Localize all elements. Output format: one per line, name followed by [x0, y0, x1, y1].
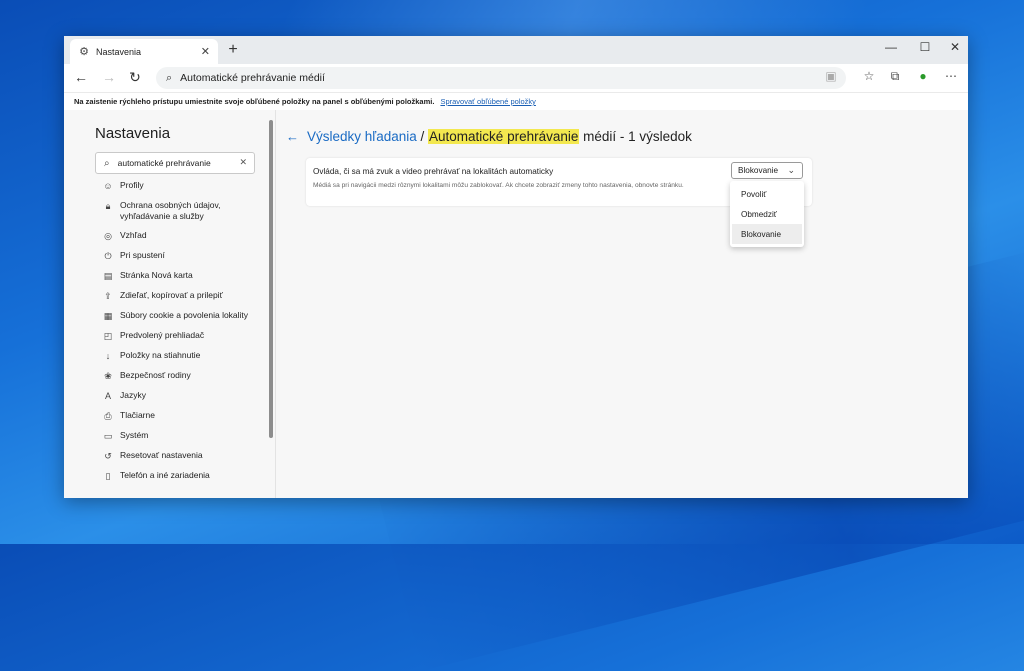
- favorites-bar-prompt: Na zaistenie rýchleho prístupu umiestnit…: [74, 97, 435, 106]
- setting-description: Médiá sa pri navigácii medzi rôznymi lok…: [313, 182, 684, 189]
- lock-icon: 🔒︎: [105, 200, 111, 211]
- power-icon: ⏻: [104, 250, 112, 261]
- tab-settings[interactable]: ⚙ Nastavenia ✕: [70, 39, 218, 64]
- browser-window: ⚙ Nastavenia ✕ + — ☐ ✕ ← → ↻ ⌕ Automatic…: [64, 36, 968, 498]
- sidebar-item-label: Systém: [120, 430, 149, 440]
- sidebar-item-label: Tlačiarne: [120, 410, 155, 420]
- maximize-button[interactable]: ☐: [910, 40, 940, 54]
- download-icon: ↓: [105, 350, 111, 361]
- back-arrow-icon[interactable]: ←: [286, 129, 299, 144]
- sidebar-item-languages[interactable]: A Jazyky: [102, 390, 272, 402]
- profile-icon: ☺: [103, 180, 113, 191]
- collections-icon[interactable]: ⧉: [886, 69, 904, 84]
- setting-title: Ovláda, či sa má zvuk a video prehrávať …: [313, 167, 554, 176]
- sidebar-item-share[interactable]: ⇪ Zdieľať, kopírovať a prilepiť: [102, 290, 272, 302]
- tab-title: Nastavenia: [96, 46, 142, 57]
- newtab-icon: ▤: [103, 270, 113, 281]
- sidebar-item-family[interactable]: ❀ Bezpečnosť rodiny: [102, 370, 272, 382]
- family-icon: ❀: [104, 370, 112, 381]
- sidebar-item-phone[interactable]: ▯ Telefón a iné zariadenia: [102, 470, 272, 482]
- address-text: Automatické prehrávanie médií: [180, 72, 325, 84]
- favorites-bar: Na zaistenie rýchleho prístupu umiestnit…: [64, 93, 968, 111]
- chevron-down-icon: ⌄: [787, 165, 795, 175]
- heading-highlight: Automatické prehrávanie: [428, 129, 580, 144]
- settings-search-input[interactable]: ⌕ automatické prehrávanie ✕: [95, 152, 255, 174]
- refresh-button[interactable]: ↻: [126, 69, 144, 86]
- page-title: ← Výsledky hľadania / Automatické prehrá…: [286, 129, 692, 144]
- forward-button[interactable]: →: [100, 69, 118, 85]
- sidebar-item-label: Jazyky: [120, 390, 146, 400]
- sidebar-item-appearance[interactable]: ◎ Vzhľad: [102, 230, 272, 242]
- settings-sidebar: Nastavenia ⌕ automatické prehrávanie ✕ ☺…: [64, 110, 274, 498]
- sidebar-item-label: Profily: [120, 180, 144, 190]
- autoplay-select[interactable]: Blokovanie ⌄: [731, 162, 803, 179]
- option-allow[interactable]: Povoliť: [732, 184, 802, 204]
- sidebar-item-default-browser[interactable]: ◰ Predvolený prehliadač: [102, 330, 272, 342]
- system-icon: ▭: [103, 430, 113, 441]
- cookie-icon: ▦: [103, 310, 113, 321]
- sidebar-item-label: Položky na stiahnutie: [120, 350, 201, 360]
- more-menu-icon[interactable]: ⋯: [942, 69, 960, 83]
- select-value: Blokovanie: [738, 166, 779, 175]
- sidebar-item-label: Súbory cookie a povolenia lokality: [120, 310, 249, 320]
- close-tab-icon[interactable]: ✕: [201, 45, 210, 58]
- minimize-button[interactable]: —: [876, 40, 906, 54]
- settings-page: Nastavenia ⌕ automatické prehrávanie ✕ ☺…: [64, 110, 968, 498]
- manage-favorites-link[interactable]: Spravovať obľúbené položky: [440, 97, 535, 106]
- sidebar-item-system[interactable]: ▭ Systém: [102, 430, 272, 442]
- gear-icon: ⚙: [79, 46, 89, 58]
- sidebar-title: Nastavenia: [95, 125, 171, 142]
- sidebar-item-label: Vzhľad: [120, 230, 147, 240]
- search-results-link[interactable]: Výsledky hľadania: [307, 129, 417, 144]
- sidebar-item-label: Telefón a iné zariadenia: [120, 470, 210, 480]
- option-limit[interactable]: Obmedziť: [732, 204, 802, 224]
- sidebar-item-label: Ochrana osobných údajov, vyhľadávanie a …: [120, 200, 221, 221]
- sidebar-item-downloads[interactable]: ↓ Položky na stiahnutie: [102, 350, 272, 362]
- heading-separator: /: [416, 129, 429, 144]
- sidebar-item-label: Stránka Nová karta: [120, 270, 193, 280]
- search-value: automatické prehrávanie: [117, 158, 211, 168]
- sidebar-item-cookies[interactable]: ▦ Súbory cookie a povolenia lokality: [102, 310, 272, 322]
- new-tab-button[interactable]: +: [224, 41, 242, 59]
- phone-icon: ▯: [105, 470, 111, 481]
- sidebar-item-profiles[interactable]: ☺ Profily: [102, 180, 272, 192]
- sidebar-item-label: Predvolený prehliadač: [120, 330, 205, 340]
- sidebar-item-label: Pri spustení: [120, 250, 165, 260]
- sidebar-item-label: Bezpečnosť rodiny: [120, 370, 191, 380]
- palette-icon: ◎: [104, 230, 112, 241]
- sidebar-item-label: Zdieľať, kopírovať a prilepiť: [120, 290, 223, 300]
- back-button[interactable]: ←: [72, 69, 90, 85]
- reset-icon: ↺: [104, 450, 112, 461]
- sidebar-scrollbar[interactable]: [269, 120, 273, 438]
- toolbar: ← → ↻ ⌕ Automatické prehrávanie médií ▣ …: [64, 64, 968, 93]
- sidebar-item-startup[interactable]: ⏻ Pri spustení: [102, 250, 272, 262]
- title-bar: ⚙ Nastavenia ✕ + — ☐ ✕: [64, 36, 968, 64]
- address-bar[interactable]: ⌕ Automatické prehrávanie médií: [156, 67, 846, 89]
- sidebar-item-reset[interactable]: ↺ Resetovať nastavenia: [102, 450, 272, 462]
- share-icon: ⇪: [104, 290, 112, 301]
- search-results-pane: ← Výsledky hľadania / Automatické prehrá…: [276, 110, 968, 498]
- sidebar-nav: ☺ Profily 🔒︎ Ochrana osobných údajov, vyhľ…: [102, 180, 272, 490]
- language-icon: A: [104, 390, 111, 401]
- search-icon: ⌕: [166, 71, 173, 84]
- clear-search-icon[interactable]: ✕: [239, 157, 247, 168]
- favorites-icon[interactable]: ☆: [860, 69, 878, 83]
- option-block[interactable]: Blokovanie: [732, 224, 802, 244]
- search-icon: ⌕: [104, 157, 110, 169]
- reading-view-icon[interactable]: ▣: [822, 69, 840, 83]
- browser-icon: ◰: [103, 330, 113, 341]
- sidebar-item-printers[interactable]: ⎙ Tlačiarne: [102, 410, 272, 422]
- autoplay-dropdown-menu: Povoliť Obmedziť Blokovanie: [730, 181, 804, 247]
- printer-icon: ⎙: [104, 410, 112, 421]
- sidebar-item-privacy[interactable]: 🔒︎ Ochrana osobných údajov, vyhľadávanie …: [102, 200, 272, 222]
- sidebar-item-new-tab[interactable]: ▤ Stránka Nová karta: [102, 270, 272, 282]
- extension-icon[interactable]: ●: [914, 69, 932, 83]
- heading-rest: médií - 1 výsledok: [579, 129, 692, 144]
- sidebar-item-label: Resetovať nastavenia: [120, 450, 203, 460]
- close-window-button[interactable]: ✕: [940, 40, 968, 54]
